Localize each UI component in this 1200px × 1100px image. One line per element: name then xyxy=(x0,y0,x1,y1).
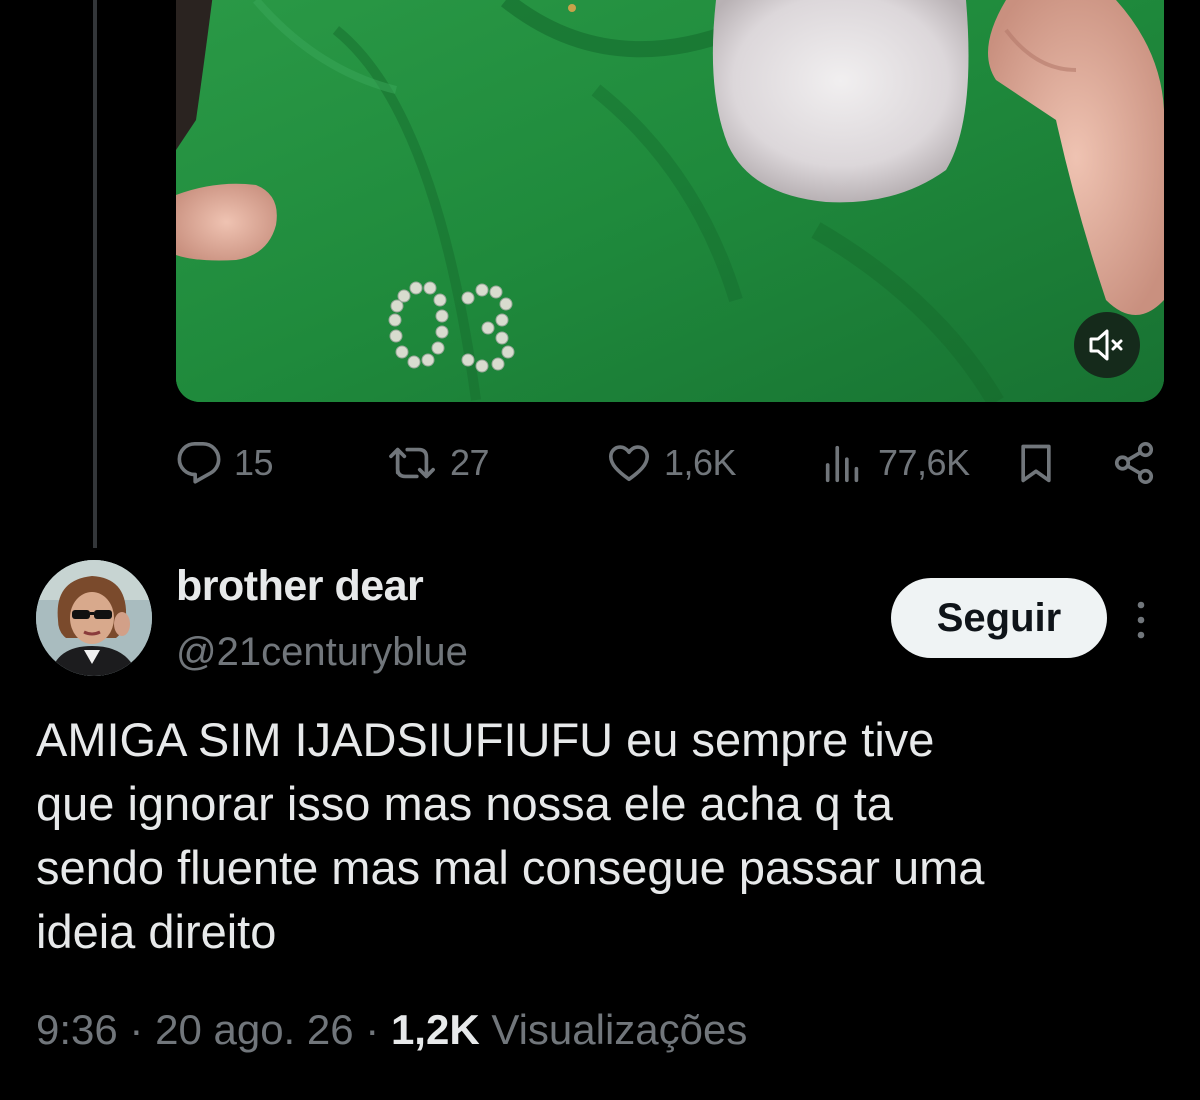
follow-button[interactable]: Seguir xyxy=(891,578,1107,658)
user-display-name[interactable]: brother dear xyxy=(176,562,424,611)
views-count: 77,6K xyxy=(878,442,970,483)
mute-button[interactable] xyxy=(1074,312,1140,378)
tweet-date[interactable]: 20 ago. 26 xyxy=(155,1006,354,1053)
tweet-views-label: Visualizações xyxy=(491,1006,748,1053)
avatar[interactable] xyxy=(36,560,152,676)
video-frame xyxy=(176,0,1164,402)
like-button[interactable]: 1,6K xyxy=(606,436,737,490)
tweet-text: AMIGA SIM IJADSIUFIUFU eu sempre tive qu… xyxy=(36,713,985,958)
meta-separator: · xyxy=(129,1006,144,1053)
heart-icon xyxy=(608,445,650,482)
video-player[interactable] xyxy=(176,0,1164,402)
repost-icon xyxy=(389,447,435,479)
thread-connector-line xyxy=(93,0,97,548)
user-handle[interactable]: @21centuryblue xyxy=(176,630,468,675)
tweet-views-count[interactable]: 1,2K xyxy=(391,1006,480,1053)
volume-mute-icon xyxy=(1089,329,1123,361)
more-options-button[interactable] xyxy=(1126,596,1156,644)
meta-separator: · xyxy=(365,1006,380,1053)
analytics-icon xyxy=(825,445,859,483)
repost-button[interactable]: 27 xyxy=(388,436,490,490)
reply-count: 15 xyxy=(234,442,274,483)
avatar-image xyxy=(36,560,152,676)
bookmark-icon xyxy=(1021,444,1051,483)
tweet-thread: 15 27 1,6K 77,6K brother dear @21century… xyxy=(0,0,1200,1100)
reply-button[interactable]: 15 xyxy=(176,436,274,490)
share-button[interactable] xyxy=(1111,436,1157,490)
tweet-meta: 9:36 · 20 ago. 26 · 1,2K Visualizações xyxy=(36,1006,747,1054)
share-icon xyxy=(1114,442,1154,484)
bookmark-button[interactable] xyxy=(1014,436,1058,490)
like-count: 1,6K xyxy=(664,442,737,483)
views-button[interactable]: 77,6K xyxy=(820,436,970,490)
tweet-action-bar: 15 27 1,6K 77,6K xyxy=(176,436,1166,490)
repost-count: 27 xyxy=(450,442,490,483)
more-vertical-icon xyxy=(1137,601,1145,639)
reply-icon xyxy=(177,442,221,484)
tweet-time[interactable]: 9:36 xyxy=(36,1006,118,1053)
